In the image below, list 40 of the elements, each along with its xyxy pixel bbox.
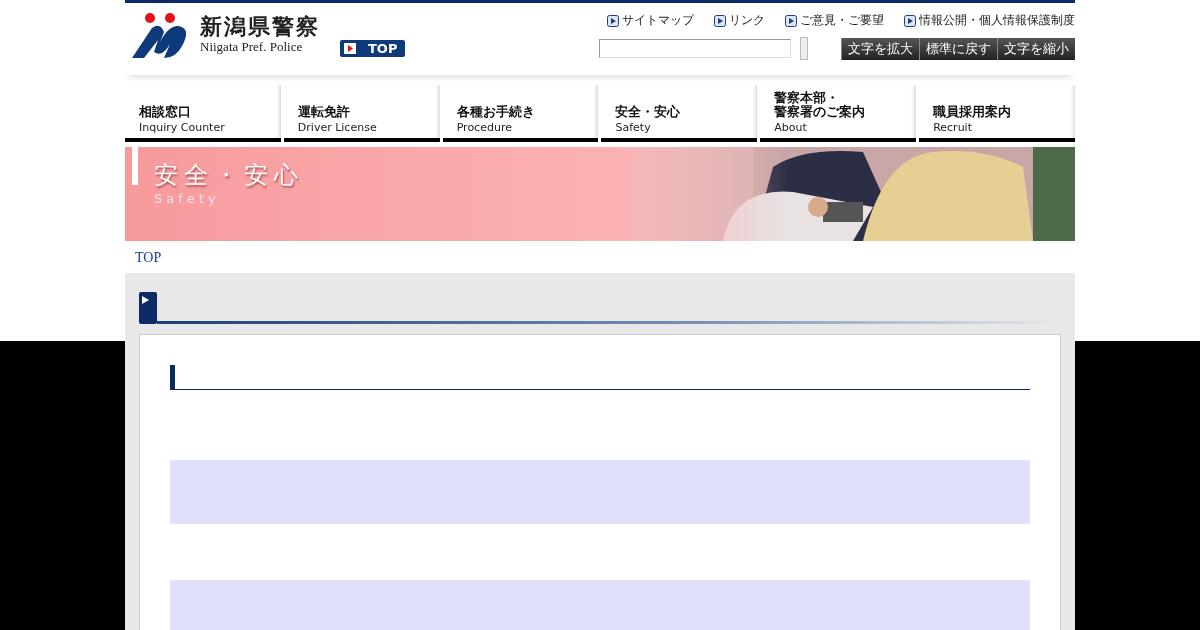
nav-label: 相談窓口 [139,105,192,119]
nav-label-english: Inquiry Counter [139,121,226,134]
play-icon [344,43,356,54]
site-name: 新潟県警察 [200,12,320,40]
nav-tab[interactable]: 安全・安心 Safety [601,85,758,142]
nav-label-english: Driver License [297,121,378,134]
play-icon [785,14,797,27]
site-name-english: Niigata Pref. Police [200,40,304,54]
nav-label: 各種お手続き [456,105,536,119]
search-button[interactable] [800,37,808,60]
nav-tab[interactable]: 職員採用案内 Recruit [919,85,1075,142]
breadcrumb-link[interactable]: TOP [135,250,162,265]
nav-label: 安全・安心 [615,105,682,119]
utility-link[interactable]: ご意見・ご要望 [785,12,884,29]
utility-link[interactable]: サイトマップ [607,12,694,29]
nav-label: 警察本部・ [774,91,840,105]
utility-link[interactable]: リンク [714,12,765,29]
nav-label: 職員採用案内 [933,105,1013,119]
nav-label: 運転免許 [297,105,351,119]
nav-tab[interactable]: 各種お手続き Procedure [442,85,599,142]
nav-label-english: Recruit [933,121,973,134]
utility-link[interactable]: 情報公開・個人情報保護制度 [904,12,1075,29]
play-icon [139,292,157,324]
font-size-button[interactable]: 文字を縮小 [997,37,1075,60]
nav-label-english: Safety [615,121,652,134]
nav-label-english: Procedure [456,121,513,134]
banner-title: 安全・安心 [154,160,304,191]
nav-label: 警察署のご案内 [774,105,867,119]
nav-tab[interactable]: 相談窓口 Inquiry Counter [125,85,281,142]
font-size-button[interactable]: 標準に戻す [919,37,997,60]
search-field[interactable] [599,39,791,58]
play-icon [607,14,619,27]
font-size-button[interactable]: 文字を拡大 [841,37,919,60]
nav-tab[interactable]: 警察本部・ 警察署のご案内 About [760,85,917,142]
play-icon [714,14,726,27]
nav-tab[interactable]: 運転免許 Driver License [283,85,440,142]
nav-label-english: About [774,121,808,134]
top-button[interactable]: TOP [340,40,406,57]
play-icon [904,14,916,27]
banner-subtitle: Safety [154,191,221,206]
